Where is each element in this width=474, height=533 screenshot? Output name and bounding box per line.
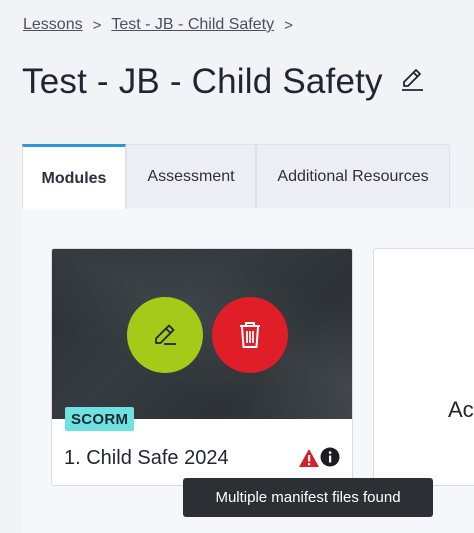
breadcrumb-separator: > (92, 16, 102, 34)
breadcrumb-link-lessons[interactable]: Lessons (23, 16, 83, 34)
tab-bar: Modules Assessment Additional Resources (22, 144, 450, 210)
info-icon[interactable] (320, 447, 340, 467)
module-card[interactable]: Ac (373, 248, 474, 486)
tooltip: Multiple manifest files found (183, 478, 433, 517)
tab-modules[interactable]: Modules (22, 144, 126, 210)
tab-assessment[interactable]: Assessment (126, 144, 256, 208)
module-card-label: Ac (448, 397, 474, 422)
scorm-badge: SCORM (65, 407, 135, 431)
tab-additional-resources[interactable]: Additional Resources (256, 144, 450, 208)
pencil-icon (401, 69, 423, 91)
breadcrumb-link-lesson[interactable]: Test - JB - Child Safety (111, 16, 274, 34)
warning-icon[interactable] (298, 448, 320, 468)
delete-module-button[interactable] (212, 297, 288, 373)
page-header: Test - JB - Child Safety (22, 62, 427, 102)
breadcrumb: Lessons > Test - JB - Child Safety > (23, 16, 303, 34)
page-title: Test - JB - Child Safety (22, 62, 383, 101)
breadcrumb-separator: > (284, 16, 293, 34)
module-card[interactable]: SCORM 1. Child Safe 2024 (51, 248, 353, 486)
edit-title-button[interactable] (397, 64, 427, 94)
module-title: 1. Child Safe 2024 (64, 447, 229, 469)
trash-icon (240, 322, 260, 348)
edit-module-button[interactable] (127, 297, 203, 373)
pencil-icon (155, 324, 176, 345)
